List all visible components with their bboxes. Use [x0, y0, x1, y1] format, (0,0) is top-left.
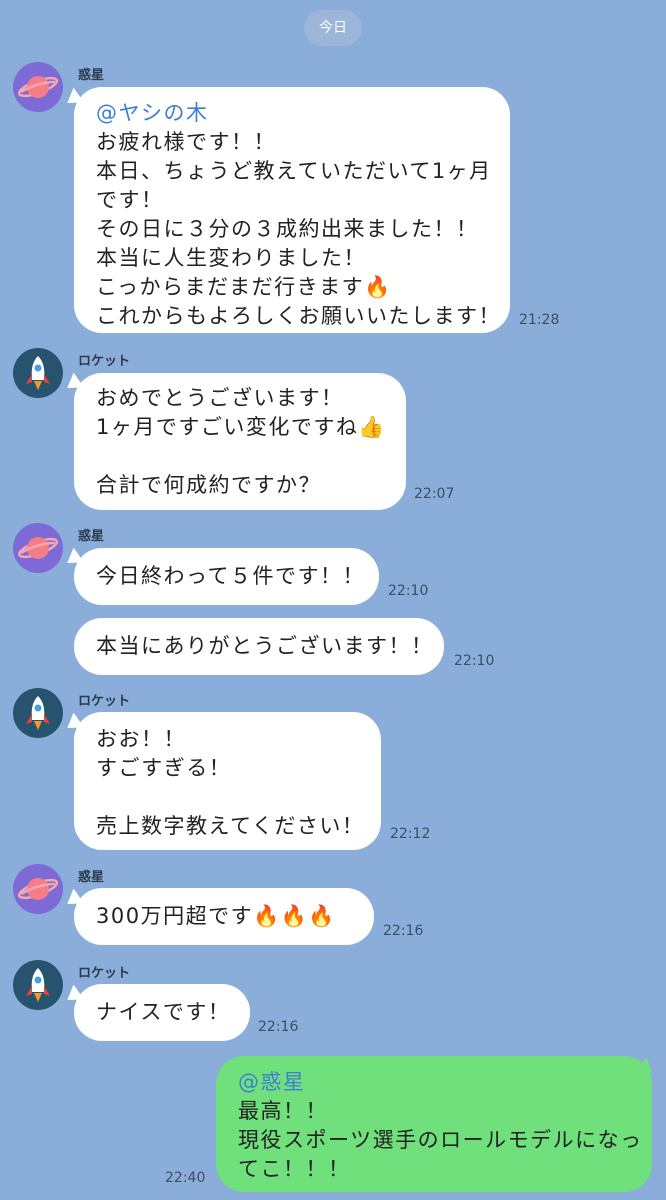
message-line: 1ヶ月ですごい変化ですね👍 — [96, 415, 387, 439]
outgoing-message-bubble[interactable]: @惑星 最高！！ 現役スポーツ選手のロールモデルになっ てこ！！！ — [216, 1056, 652, 1192]
message-line: お疲れ様です！！ — [96, 130, 276, 154]
sender-avatar-rocket[interactable] — [13, 688, 63, 738]
message-timestamp: 22:10 — [454, 653, 495, 669]
sender-name: ロケット — [78, 694, 131, 709]
message-line: その日に３分の３成約出来ました！！ — [96, 217, 479, 241]
mention-link[interactable]: @惑星 — [238, 1068, 630, 1097]
sender-name: 惑星 — [78, 68, 105, 83]
message-line: ナイスです！ — [96, 1000, 231, 1024]
message-line: これからもよろしくお願いいたします！ — [96, 304, 501, 328]
planet-icon — [17, 76, 59, 98]
message-timestamp: 22:40 — [165, 1170, 206, 1186]
planet-icon — [17, 537, 59, 559]
message-timestamp: 22:16 — [258, 1019, 299, 1035]
sender-avatar-planet[interactable] — [13, 523, 63, 573]
message-line: 本当に人生変わりました！ — [96, 246, 366, 270]
message-timestamp: 21:28 — [519, 312, 560, 328]
date-separator: 今日 — [304, 10, 362, 46]
message-timestamp: 22:16 — [383, 923, 424, 939]
message-bubble[interactable]: 今日終わって５件です！！ — [74, 548, 379, 605]
message-line: です！ — [96, 188, 164, 212]
message-bubble[interactable]: おお！！ すごすぎる！ 売上数字教えてください！ — [74, 712, 381, 850]
sender-avatar-planet[interactable] — [13, 864, 63, 914]
message-timestamp: 22:12 — [390, 826, 431, 842]
rocket-icon — [26, 356, 50, 390]
message-line: おお！！ — [96, 727, 186, 751]
message-line: てこ！！！ — [238, 1157, 351, 1181]
sender-name: ロケット — [78, 966, 131, 981]
message-line: すごすぎる！ — [96, 756, 232, 780]
message-bubble[interactable]: ナイスです！ — [74, 984, 250, 1041]
sender-name: ロケット — [78, 354, 131, 369]
planet-icon — [17, 878, 59, 900]
rocket-icon — [26, 696, 50, 730]
message-bubble[interactable]: 本当にありがとうございます！！ — [74, 618, 444, 675]
sender-avatar-rocket[interactable] — [13, 348, 63, 398]
message-timestamp: 22:07 — [414, 486, 455, 502]
message-line: こっからまだまだ行きます🔥 — [96, 275, 392, 299]
message-bubble[interactable]: 300万円超です🔥🔥🔥 — [74, 888, 374, 945]
sender-avatar-planet[interactable] — [13, 62, 63, 112]
sender-name: 惑星 — [78, 529, 105, 544]
message-bubble[interactable]: おめでとうございます！ 1ヶ月ですごい変化ですね👍 合計で何成約ですか？ — [74, 373, 406, 510]
rocket-icon — [26, 968, 50, 1002]
message-timestamp: 22:10 — [388, 583, 429, 599]
message-line: 合計で何成約ですか？ — [96, 473, 321, 497]
message-line: 本日、ちょうど教えていただいて1ヶ月 — [96, 159, 492, 183]
sender-avatar-rocket[interactable] — [13, 960, 63, 1010]
message-line: 300万円超です🔥🔥🔥 — [96, 904, 337, 928]
message-line: 今日終わって５件です！！ — [96, 564, 365, 588]
sender-name: 惑星 — [78, 870, 105, 885]
message-bubble[interactable]: @ヤシの木 お疲れ様です！！ 本日、ちょうど教えていただいて1ヶ月 です！ その… — [74, 87, 510, 333]
message-line: 現役スポーツ選手のロールモデルになっ — [238, 1128, 643, 1152]
message-line: 売上数字教えてください！ — [96, 814, 365, 838]
mention-link[interactable]: @ヤシの木 — [96, 99, 488, 128]
message-line: 本当にありがとうございます！！ — [96, 634, 434, 658]
message-line: 最高！！ — [238, 1099, 328, 1123]
message-line: おめでとうございます！ — [96, 386, 344, 410]
